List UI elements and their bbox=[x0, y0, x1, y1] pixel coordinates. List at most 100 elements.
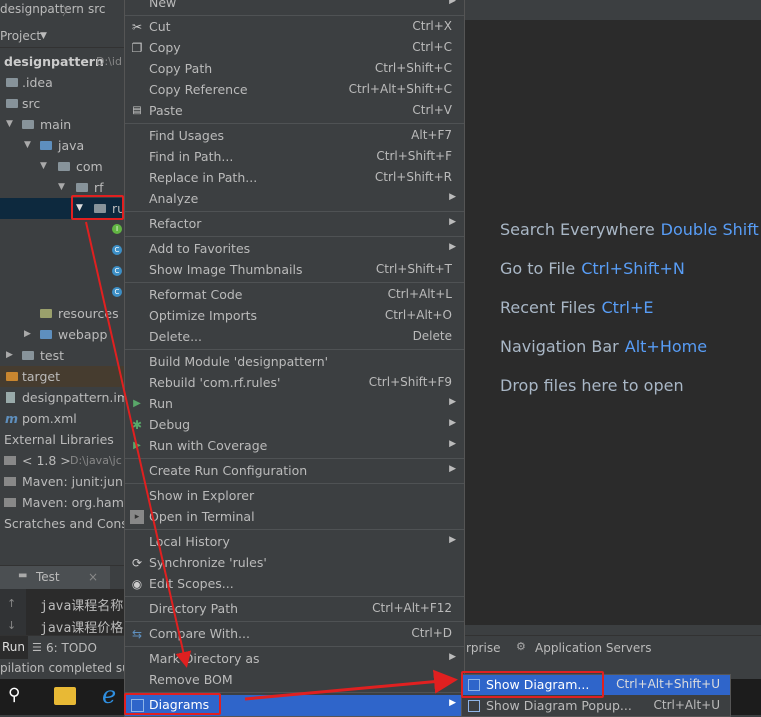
collapse-arrow-icon[interactable]: ▶ bbox=[24, 324, 31, 345]
tree-item-class[interactable]: C bbox=[0, 282, 124, 303]
menu-item-rebuild[interactable]: Rebuild 'com.rf.rules' Ctrl+Shift+F9 bbox=[125, 373, 464, 394]
menu-item-directory-path[interactable]: Directory Path Ctrl+Alt+F12 bbox=[125, 599, 464, 620]
maven-icon: m bbox=[5, 411, 19, 426]
tree-item-src[interactable]: src bbox=[0, 93, 124, 114]
run-tab-test[interactable]: ▬ Test × bbox=[0, 566, 110, 590]
console-line: java课程名称 bbox=[40, 599, 124, 614]
expand-arrow-icon[interactable]: ▼ bbox=[6, 114, 13, 135]
menu-item-run-with-coverage[interactable]: ▶ Run with Coverage ▶ bbox=[125, 436, 464, 457]
dropdown-arrow-icon[interactable]: ▼ bbox=[40, 31, 47, 41]
project-panel-header[interactable]: Project ▼ bbox=[0, 27, 124, 48]
collapse-arrow-icon[interactable]: ▶ bbox=[6, 345, 13, 366]
arrow-up-icon[interactable]: ↑ bbox=[7, 597, 16, 610]
tree-item-class[interactable]: C bbox=[0, 240, 124, 261]
editor-area: Search Everywhere Double Shift Go to File… bbox=[463, 20, 761, 625]
tree-item-iml[interactable]: designpattern.im bbox=[0, 387, 129, 408]
menu-item-show-in-explorer[interactable]: Show in Explorer bbox=[125, 486, 464, 507]
menu-item-remove-bom[interactable]: Remove BOM bbox=[125, 670, 464, 691]
app-servers-tool-button[interactable]: Application Servers bbox=[535, 641, 651, 655]
tree-item-designpattern[interactable]: designpattern D:\id bbox=[0, 51, 124, 72]
tree-item-java[interactable]: ▼ java bbox=[0, 135, 124, 156]
tree-item-main[interactable]: ▼ main bbox=[0, 114, 124, 135]
annotation-box-package bbox=[71, 195, 124, 220]
tree-item-target[interactable]: target bbox=[0, 366, 124, 387]
tree-item-jdk[interactable]: < 1.8 > D:\java\jc bbox=[0, 450, 124, 471]
menu-item-copy-path[interactable]: Copy Path Ctrl+Shift+C bbox=[125, 59, 464, 80]
library-icon bbox=[4, 498, 16, 507]
menu-item-new[interactable]: New ▶ bbox=[125, 0, 464, 14]
search-icon[interactable]: ⚲ bbox=[8, 685, 20, 705]
hint-drop-files: Drop files here to open bbox=[500, 376, 684, 395]
console-gutter: ↑ ↓ bbox=[0, 589, 26, 635]
submenu-arrow-icon: ▶ bbox=[449, 439, 456, 449]
menu-item-copy[interactable]: ❐ Copy Ctrl+C bbox=[125, 38, 464, 59]
list-icon: ☰ bbox=[32, 641, 42, 654]
folder-icon bbox=[6, 78, 18, 87]
context-menu: New ▶ ✂ Cut Ctrl+X ❐ Copy Ctrl+C Copy Path Ctr… bbox=[124, 0, 465, 717]
expand-arrow-icon[interactable]: ▼ bbox=[40, 156, 47, 177]
menu-item-synchronize[interactable]: ⟳ Synchronize 'rules' bbox=[125, 553, 464, 574]
todo-tool-button[interactable]: 6: TODO bbox=[46, 641, 97, 655]
hint-recent-files: Recent Files Ctrl+E bbox=[500, 298, 654, 317]
menu-item-paste[interactable]: ▤ Paste Ctrl+V bbox=[125, 101, 464, 122]
tree-item-scratches[interactable]: Scratches and Conso bbox=[0, 513, 135, 534]
menu-item-find-in-path[interactable]: Find in Path... Ctrl+Shift+F bbox=[125, 147, 464, 168]
menu-item-delete[interactable]: Delete... Delete bbox=[125, 327, 464, 348]
menu-item-cut[interactable]: ✂ Cut Ctrl+X bbox=[125, 17, 464, 38]
class-icon: C bbox=[112, 245, 122, 255]
menu-item-open-in-terminal[interactable]: ▸ Open in Terminal bbox=[125, 507, 464, 528]
menu-item-copy-reference[interactable]: Copy Reference Ctrl+Alt+Shift+C bbox=[125, 80, 464, 101]
menu-item-find-usages[interactable]: Find Usages Alt+F7 bbox=[125, 126, 464, 147]
package-icon bbox=[76, 183, 88, 192]
terminal-icon: ▸ bbox=[130, 510, 144, 524]
expand-arrow-icon[interactable]: ▼ bbox=[58, 177, 65, 198]
library-icon bbox=[4, 477, 16, 486]
arrow-down-icon[interactable]: ↓ bbox=[7, 619, 16, 632]
tree-item-test[interactable]: ▶ test bbox=[0, 345, 124, 366]
tree-item-external-libraries[interactable]: External Libraries bbox=[0, 429, 124, 450]
menu-item-build-module[interactable]: Build Module 'designpattern' bbox=[125, 352, 464, 373]
submenu-arrow-icon: ▶ bbox=[449, 0, 456, 6]
tree-item-pom[interactable]: m pom.xml bbox=[0, 408, 124, 429]
folder-icon bbox=[22, 351, 34, 360]
menu-item-refactor[interactable]: Refactor ▶ bbox=[125, 214, 464, 235]
internet-explorer-icon[interactable]: e bbox=[102, 681, 116, 709]
run-icon: ▶ bbox=[133, 398, 141, 409]
compare-icon: ⇆ bbox=[131, 627, 143, 641]
tree-item-resources[interactable]: resources bbox=[0, 303, 124, 324]
menu-item-show-diagram-popup[interactable]: Show Diagram Popup... Ctrl+Alt+U bbox=[462, 696, 730, 716]
menu-item-analyze[interactable]: Analyze ▶ bbox=[125, 189, 464, 210]
menu-item-replace-in-path[interactable]: Replace in Path... Ctrl+Shift+R bbox=[125, 168, 464, 189]
menu-item-show-image-thumbnails[interactable]: Show Image Thumbnails Ctrl+Shift+T bbox=[125, 260, 464, 281]
close-icon[interactable]: × bbox=[88, 570, 98, 584]
class-icon: C bbox=[112, 287, 122, 297]
menu-item-run[interactable]: ▶ Run ▶ bbox=[125, 394, 464, 415]
menu-item-local-history[interactable]: Local History ▶ bbox=[125, 532, 464, 553]
tree-item-interface[interactable]: I bbox=[0, 219, 124, 240]
menu-item-mark-directory-as[interactable]: Mark Directory as ▶ bbox=[125, 649, 464, 670]
menu-item-debug[interactable]: ✱ Debug ▶ bbox=[125, 415, 464, 436]
menu-item-create-run-configuration[interactable]: Create Run Configuration ▶ bbox=[125, 461, 464, 482]
breadcrumb-src[interactable]: src bbox=[88, 2, 106, 16]
tree-item-com[interactable]: ▼ com bbox=[0, 156, 124, 177]
menu-item-reformat-code[interactable]: Reformat Code Ctrl+Alt+L bbox=[125, 285, 464, 306]
expand-arrow-icon[interactable]: ▼ bbox=[24, 135, 31, 156]
tree-item-webapp[interactable]: ▶ webapp bbox=[0, 324, 124, 345]
enterprise-tool-button[interactable]: rprise bbox=[466, 641, 500, 655]
submenu-arrow-icon: ▶ bbox=[449, 397, 456, 407]
scope-icon: ◉ bbox=[131, 577, 143, 591]
menu-item-compare-with[interactable]: ⇆ Compare With... Ctrl+D bbox=[125, 624, 464, 645]
run-tool-button[interactable]: Run bbox=[0, 636, 28, 660]
project-view-selector[interactable]: Project bbox=[0, 29, 41, 43]
menu-item-add-to-favorites[interactable]: Add to Favorites ▶ bbox=[125, 239, 464, 260]
tree-item-hamcrest[interactable]: Maven: org.hamc bbox=[0, 492, 131, 513]
annotation-box-show-diagram bbox=[461, 671, 604, 698]
menu-item-edit-scopes[interactable]: ◉ Edit Scopes... bbox=[125, 574, 464, 595]
tree-item-junit[interactable]: Maven: junit:junit: bbox=[0, 471, 135, 492]
submenu-arrow-icon: ▶ bbox=[449, 535, 456, 545]
file-explorer-icon[interactable] bbox=[54, 687, 76, 705]
tree-item-idea[interactable]: .idea bbox=[0, 72, 124, 93]
tree-item-class[interactable]: C bbox=[0, 261, 124, 282]
menu-item-optimize-imports[interactable]: Optimize Imports Ctrl+Alt+O bbox=[125, 306, 464, 327]
library-icon bbox=[4, 456, 16, 465]
